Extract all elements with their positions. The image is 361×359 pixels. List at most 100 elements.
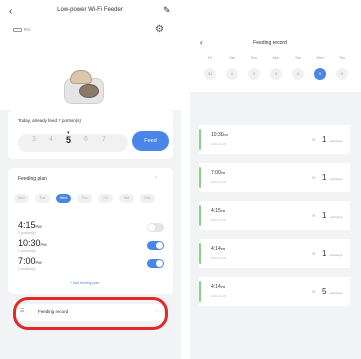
date-chip[interactable]: 31	[204, 68, 216, 80]
record-entry: 7:00PM 2020-11-05 ⊖ 1 portion(s)	[199, 163, 350, 192]
feed-today-prefix: Today, already feed	[18, 118, 59, 123]
plan-portions: 1 portion(s)	[18, 267, 36, 271]
plan-ampm: PM	[35, 260, 42, 265]
day-chip-fri[interactable]: Fri	[98, 194, 113, 203]
entry-marker	[199, 243, 201, 264]
entry-ampm: PM	[223, 133, 229, 137]
entry-time-value: 4:14	[211, 246, 221, 252]
entry-marker	[199, 129, 201, 150]
entry-time: 7:00PM	[211, 170, 225, 176]
plan-time: 4:15PM	[18, 220, 42, 230]
weekday-label: Fri	[207, 56, 213, 60]
entry-unit: portion(s)	[330, 177, 343, 181]
entry-time: 4:14PM	[211, 246, 225, 252]
entry-amount: 1	[322, 173, 327, 182]
record-entry: 10:30PM 2020-11-05 ⊖ 1 portion(s)	[199, 125, 350, 154]
day-chip-sun[interactable]: Sun	[140, 194, 155, 203]
settings-gear-icon[interactable]: ⚙	[155, 24, 164, 35]
plan-ampm: PM	[40, 242, 47, 247]
day-chip-wed[interactable]: Wed	[56, 194, 71, 203]
plan-toggle-on[interactable]	[147, 241, 164, 250]
entry-time: 4:14PM	[211, 284, 225, 290]
entry-date: 2020-11-05	[211, 218, 227, 222]
entry-unit: portion(s)	[330, 139, 343, 143]
toggle-knob	[156, 260, 163, 267]
entry-time-value: 4:14	[211, 284, 221, 290]
toggle-knob	[148, 224, 155, 231]
portion-option[interactable]: 6	[84, 136, 88, 143]
back-icon[interactable]: ‹	[9, 6, 12, 17]
entry-marker	[199, 167, 201, 188]
feeder-device-image	[64, 70, 104, 104]
plan-toggle-off[interactable]	[147, 223, 164, 232]
device-title: Low-power Wi-Fi Feeder	[57, 7, 123, 13]
feeding-plan-card: Feeding plan › Mon Tue Wed Thu Fri Sat S…	[8, 168, 173, 294]
entry-date: 2020-11-05	[211, 180, 227, 184]
portion-selector[interactable]: 3 4 ▾ 5 6 7	[18, 130, 128, 152]
bowl-icon: ⊖	[312, 289, 316, 294]
screenshot-stage: ‹ Low-power Wi-Fi Feeder ✎ 8% ⚙ Today, a…	[0, 0, 361, 359]
portion-option[interactable]: 3	[32, 136, 36, 143]
entry-ampm: PM	[220, 285, 226, 289]
weekday-label: Sat	[229, 56, 235, 60]
weekday-label: Sun	[250, 56, 258, 60]
day-chip-mon[interactable]: Mon	[14, 194, 29, 203]
date-chip[interactable]: 3	[270, 68, 282, 80]
date-chip-selected[interactable]: 5	[314, 68, 326, 80]
entry-ampm: PM	[220, 171, 226, 175]
entry-marker	[199, 281, 201, 302]
battery-indicator: 8%	[13, 27, 31, 32]
entry-time-value: 10:30	[211, 132, 224, 138]
weekday-label: Tue	[295, 56, 301, 60]
portion-option[interactable]: 7	[102, 136, 106, 143]
entry-date: 2020-11-05	[211, 256, 227, 260]
entry-amount: 1	[322, 249, 327, 258]
device-header: ‹ Low-power Wi-Fi Feeder ✎ 8% ⚙	[0, 0, 181, 110]
entry-unit: portion(s)	[330, 291, 343, 295]
plan-time-value: 10:30	[18, 238, 41, 248]
plan-time-value: 4:15	[18, 220, 36, 230]
back-icon[interactable]: ‹	[200, 38, 203, 47]
chevron-right-icon[interactable]: ›	[155, 175, 157, 181]
feeder-hopper	[70, 70, 92, 84]
add-feeding-plan-link[interactable]: + Add feeding plan	[70, 281, 99, 285]
feeding-record-screen: ‹ Feeding record Fri Sat Sun Mon Tue Wed…	[190, 0, 361, 359]
edit-icon[interactable]: ✎	[163, 5, 171, 16]
weekday-label: Thu	[338, 56, 346, 60]
plan-time-value: 7:00	[18, 256, 36, 266]
entry-amount: 1	[322, 211, 327, 220]
plan-portions: 1 portion(s)	[18, 249, 36, 253]
plan-time: 7:00PM	[18, 256, 42, 266]
record-entry: 4:14PM 2020-11-05 ⊖ 5 portion(s)	[199, 277, 350, 306]
plan-toggle-on[interactable]	[147, 259, 164, 268]
highlight-annotation	[13, 297, 168, 330]
entry-time: 10:30PM	[211, 132, 228, 138]
entry-unit: portion(s)	[330, 215, 343, 219]
entry-marker	[199, 205, 201, 226]
portion-option[interactable]: 4	[49, 136, 53, 143]
portion-option-selected[interactable]: 5	[66, 135, 71, 145]
entry-time: 4:15PM	[211, 208, 225, 214]
feed-button[interactable]: Feed	[132, 131, 169, 151]
entry-ampm: PM	[220, 247, 226, 251]
battery-level: 8%	[24, 27, 31, 32]
plan-portions: 1 portion(s)	[18, 231, 36, 235]
date-chip[interactable]: 6	[336, 68, 348, 80]
feeder-bowl	[79, 84, 99, 98]
date-chip[interactable]: 4	[292, 68, 304, 80]
weekday-label: Mon	[272, 56, 280, 60]
day-chip-tue[interactable]: Tue	[35, 194, 50, 203]
bowl-icon: ⊖	[312, 175, 316, 180]
record-entry: 4:15PM 2020-11-05 ⊖ 1 portion(s)	[199, 201, 350, 230]
entry-unit: portion(s)	[330, 253, 343, 257]
record-entry: 4:14PM 2020-11-05 ⊖ 1 portion(s)	[199, 239, 350, 268]
date-chip[interactable]: 2	[248, 68, 260, 80]
bowl-icon: ⊖	[312, 251, 316, 256]
entry-time-value: 4:15	[211, 208, 221, 214]
date-chip[interactable]: 1	[226, 68, 238, 80]
device-panel-screen: ‹ Low-power Wi-Fi Feeder ✎ 8% ⚙ Today, a…	[0, 0, 181, 359]
day-chip-sat[interactable]: Sat	[119, 194, 134, 203]
feed-today-text: Today, already feed 7 portion(s)	[18, 118, 81, 123]
day-chip-thu[interactable]: Thu	[77, 194, 92, 203]
weekday-label: Wed	[316, 56, 324, 60]
